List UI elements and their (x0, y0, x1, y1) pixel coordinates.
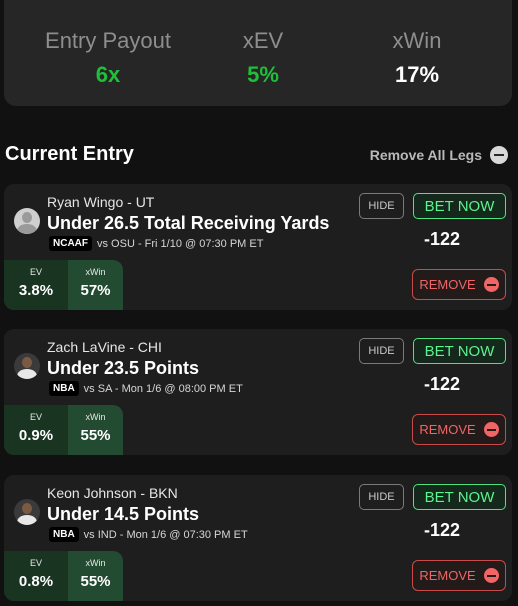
entry-summary-panel: Entry Payout 6x xEV 5% xWin 17% (4, 0, 512, 106)
player-name: Ryan Wingo - UT (47, 194, 155, 210)
player-photo-icon (14, 499, 40, 525)
league-badge: NCAAF (49, 236, 92, 251)
ev-label: EV (29, 267, 42, 277)
hide-button[interactable]: HIDE (359, 193, 404, 219)
section-title: Current Entry (5, 143, 134, 165)
xev-stat: xEV 5% (183, 28, 343, 88)
entry-leg-card: Ryan Wingo - UT Under 26.5 Total Receivi… (4, 184, 512, 310)
player-silhouette-icon (14, 208, 40, 234)
entry-leg-card: Keon Johnson - BKN Under 14.5 Points NBA… (4, 475, 512, 601)
remove-label: REMOVE (419, 422, 476, 437)
ev-box: EV 3.8% (4, 260, 68, 310)
game-details: vs IND - Mon 1/6 @ 07:30 PM ET (83, 528, 248, 541)
hide-button[interactable]: HIDE (359, 338, 404, 364)
league-badge: NBA (49, 381, 79, 396)
player-photo-icon (14, 353, 40, 379)
xwin-label: xWin (85, 412, 106, 422)
odds-value: -122 (423, 520, 460, 540)
xwin-box: xWin 55% (68, 551, 123, 601)
minus-circle-icon (490, 146, 508, 164)
remove-all-legs-label: Remove All Legs (369, 147, 482, 163)
remove-leg-button[interactable]: REMOVE (412, 269, 506, 300)
xwin-value: 55% (80, 427, 111, 444)
xwin-label: xWin (85, 558, 106, 568)
xwin-value: 57% (80, 282, 111, 299)
player-name: Keon Johnson - BKN (47, 485, 178, 501)
ev-value: 3.8% (18, 282, 54, 299)
leg-metrics: EV 0.8% xWin 55% (4, 551, 123, 601)
remove-leg-button[interactable]: REMOVE (412, 560, 506, 591)
remove-leg-button[interactable]: REMOVE (412, 414, 506, 445)
minus-circle-icon (483, 422, 499, 437)
xwin-value: 55% (80, 573, 111, 590)
leg-metrics: EV 0.9% xWin 55% (4, 405, 123, 455)
game-details: vs OSU - Fri 1/10 @ 07:30 PM ET (97, 237, 264, 250)
player-name: Zach LaVine - CHI (47, 339, 162, 355)
game-info: NBA vs IND - Mon 1/6 @ 07:30 PM ET (49, 527, 248, 542)
prop-line: Under 23.5 Points (47, 358, 200, 378)
xev-value: 5% (247, 62, 279, 87)
xwin-label: xWin (85, 267, 106, 277)
leg-metrics: EV 3.8% xWin 57% (4, 260, 123, 310)
entry-payout-value: 6x (95, 62, 121, 87)
xwin-stat: xWin 17% (337, 28, 497, 88)
odds-value: -122 (423, 374, 460, 394)
bet-now-button[interactable]: BET NOW (413, 193, 506, 219)
entry-leg-card: Zach LaVine - CHI Under 23.5 Points NBA … (4, 329, 512, 455)
ev-label: EV (29, 412, 42, 422)
xwin-value: 17% (394, 62, 440, 87)
minus-circle-icon (483, 568, 499, 583)
minus-circle-icon (483, 277, 499, 292)
entry-payout-label: Entry Payout (45, 28, 171, 53)
odds-value: -122 (423, 229, 460, 249)
ev-box: EV 0.8% (4, 551, 68, 601)
bet-now-button[interactable]: BET NOW (413, 484, 506, 510)
xwin-label: xWin (392, 28, 442, 53)
prop-line: Under 14.5 Points (47, 504, 200, 524)
remove-label: REMOVE (419, 568, 476, 583)
remove-label: REMOVE (419, 277, 476, 292)
xwin-box: xWin 55% (68, 405, 123, 455)
game-info: NBA vs SA - Mon 1/6 @ 08:00 PM ET (49, 381, 243, 396)
remove-all-legs-button[interactable]: Remove All Legs (370, 146, 508, 164)
hide-button[interactable]: HIDE (359, 484, 404, 510)
ev-value: 0.8% (18, 573, 54, 590)
game-info: NCAAF vs OSU - Fri 1/10 @ 07:30 PM ET (49, 236, 263, 251)
ev-value: 0.9% (18, 427, 54, 444)
ev-label: EV (29, 558, 42, 568)
ev-box: EV 0.9% (4, 405, 68, 455)
prop-line: Under 26.5 Total Receiving Yards (47, 213, 330, 233)
bet-now-button[interactable]: BET NOW (413, 338, 506, 364)
xwin-box: xWin 57% (68, 260, 123, 310)
entry-payout-stat: Entry Payout 6x (28, 28, 188, 88)
xev-label: xEV (242, 28, 284, 53)
league-badge: NBA (49, 527, 79, 542)
game-details: vs SA - Mon 1/6 @ 08:00 PM ET (83, 382, 243, 395)
